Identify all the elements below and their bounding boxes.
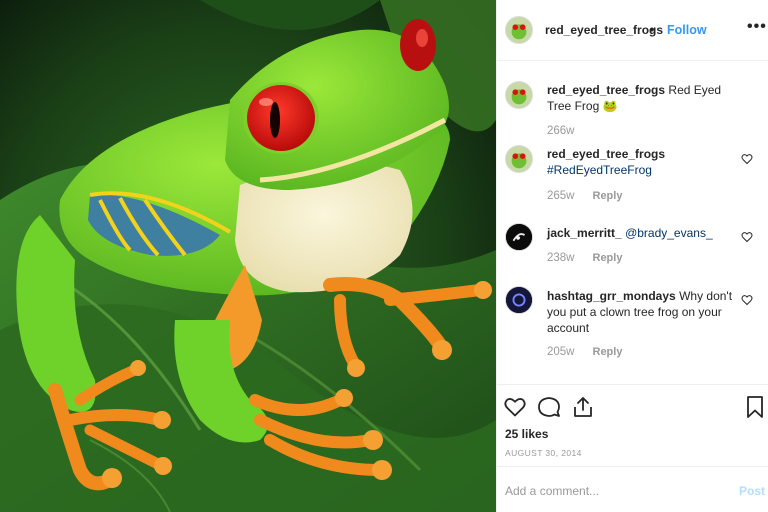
heart-icon[interactable] bbox=[503, 395, 527, 419]
comment-meta: 238w Reply bbox=[547, 252, 622, 264]
like-comment-heart-icon[interactable] bbox=[741, 153, 753, 165]
hashtag-link[interactable]: #RedEyedTreeFrog bbox=[547, 163, 652, 177]
comments-list[interactable]: red_eyed_tree_frogs Red Eyed Tree Frog 🐸… bbox=[497, 62, 768, 384]
likes-count[interactable]: 25 likes bbox=[505, 427, 548, 441]
avatar[interactable] bbox=[505, 223, 533, 251]
avatar[interactable] bbox=[505, 145, 533, 173]
comment-username[interactable]: red_eyed_tree_frogs bbox=[547, 147, 665, 161]
comment-username[interactable]: red_eyed_tree_frogs bbox=[547, 83, 665, 97]
post-date[interactable]: AUGUST 30, 2014 bbox=[505, 448, 582, 458]
comment-username[interactable]: hashtag_grr_mondays bbox=[547, 289, 676, 303]
like-comment-heart-icon[interactable] bbox=[741, 231, 753, 243]
bookmark-icon[interactable] bbox=[743, 395, 767, 419]
comment-input[interactable] bbox=[505, 481, 725, 501]
comment-meta: 205w Reply bbox=[547, 346, 622, 358]
comment-text: jack_merritt_ @brady_evans_ bbox=[547, 225, 737, 241]
follow-button[interactable]: Follow bbox=[667, 23, 707, 37]
avatar[interactable] bbox=[505, 81, 533, 109]
comment-meta: 266w bbox=[547, 125, 575, 137]
comment-text: red_eyed_tree_frogs #RedEyedTreeFrog bbox=[547, 146, 737, 178]
like-comment-heart-icon[interactable] bbox=[741, 294, 753, 306]
reply-button[interactable]: Reply bbox=[593, 190, 623, 202]
comment-time[interactable]: 205w bbox=[547, 346, 575, 358]
mention-link[interactable]: @brady_evans_ bbox=[625, 226, 713, 240]
red-eyed-tree-frog-image bbox=[0, 0, 496, 512]
separator-dot: • bbox=[650, 23, 655, 37]
post-header: red_eyed_tree_frogs • Follow ••• bbox=[497, 0, 768, 61]
avatar[interactable] bbox=[505, 286, 533, 314]
reply-button[interactable]: Reply bbox=[593, 252, 623, 264]
comment-meta: 265w Reply bbox=[547, 190, 622, 202]
avatar[interactable] bbox=[505, 16, 533, 44]
comment-text: hashtag_grr_mondays Why don't you put a … bbox=[547, 288, 737, 336]
post-actions: 25 likes AUGUST 30, 2014 bbox=[497, 384, 768, 464]
comment-username[interactable]: jack_merritt_ bbox=[547, 226, 622, 240]
comment-time[interactable]: 238w bbox=[547, 252, 575, 264]
post-photo[interactable] bbox=[0, 0, 496, 512]
post-comment-button[interactable]: Post bbox=[739, 484, 765, 498]
comment-time[interactable]: 265w bbox=[547, 190, 575, 202]
comment-time[interactable]: 266w bbox=[547, 125, 575, 137]
post-username[interactable]: red_eyed_tree_frogs bbox=[545, 23, 663, 37]
post-side-panel: red_eyed_tree_frogs • Follow ••• red_eye… bbox=[496, 0, 768, 512]
add-comment-bar: Post bbox=[497, 466, 768, 512]
reply-button[interactable]: Reply bbox=[593, 346, 623, 358]
comment-text: red_eyed_tree_frogs Red Eyed Tree Frog 🐸 bbox=[547, 82, 737, 114]
share-icon[interactable] bbox=[571, 395, 595, 419]
comment-icon[interactable] bbox=[537, 395, 561, 419]
more-options-icon[interactable]: ••• bbox=[747, 19, 767, 35]
